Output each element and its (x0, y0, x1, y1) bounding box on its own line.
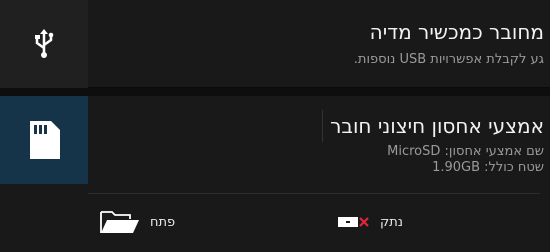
usb-icon-box (0, 0, 88, 88)
usb-icon (35, 29, 54, 58)
eject-icon (338, 217, 369, 227)
folder-icon (100, 211, 139, 233)
sd-storage-name: שם אמצעי אחסון: MicroSD (387, 144, 544, 159)
unmount-button[interactable]: נתק (338, 202, 403, 242)
usb-notification-subtitle: גע לקבלת אפשרויות USB נוספות. (353, 52, 544, 67)
sd-notification-title: אמצעי אחסון חיצוני חובר (330, 114, 544, 138)
sd-total-space: שטח כולל: 1.90GB (432, 160, 544, 175)
sd-card-icon (30, 121, 60, 159)
sd-detail-size-wrap: שטח כולל: 1.90GB (432, 160, 544, 176)
sd-notification[interactable]: אמצעי אחסון חיצוני חובר שם אמצעי אחסון: … (0, 96, 550, 252)
usb-notification-title: מחובר כמכשיר מדיה (369, 20, 544, 44)
open-button[interactable]: פתח (100, 202, 175, 242)
sd-detail-name-wrap: שם אמצעי אחסון: MicroSD (387, 144, 544, 160)
open-label: פתח (150, 214, 176, 230)
actions-separator (322, 110, 323, 142)
usb-notification[interactable]: מחובר כמכשיר מדיה גע לקבלת אפשרויות USB … (0, 0, 550, 88)
usb-title-wrap: מחובר כמכשיר מדיה (370, 20, 544, 44)
unmount-label: נתק (380, 214, 403, 230)
sd-title-wrap: אמצעי אחסון חיצוני חובר (330, 114, 544, 138)
actions-divider (88, 193, 540, 194)
sd-icon-box (0, 96, 88, 184)
usb-subtitle-wrap: גע לקבלת אפשרויות USB נוספות. (354, 52, 544, 68)
